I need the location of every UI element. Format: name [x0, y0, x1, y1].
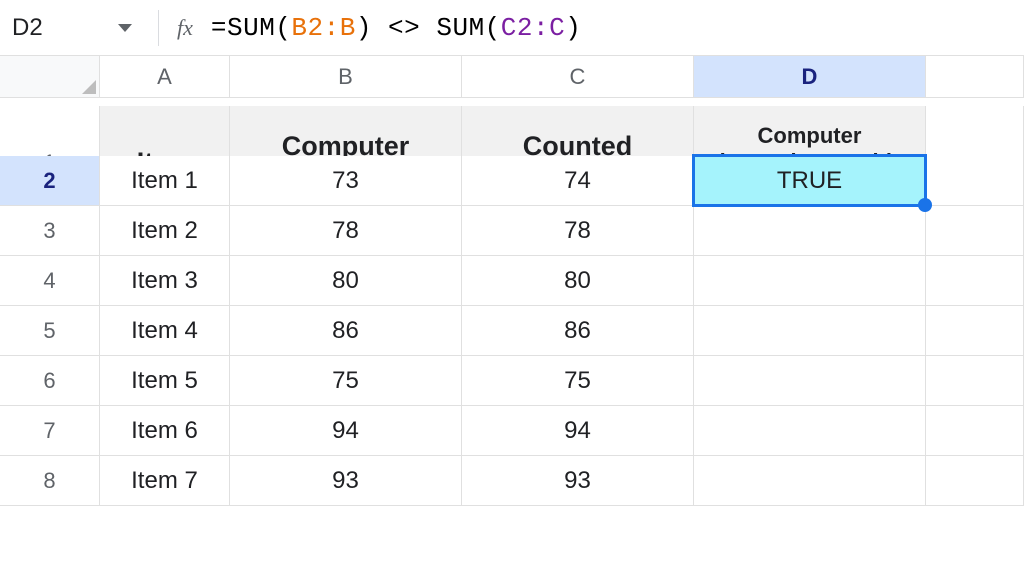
- cell-B6[interactable]: 75: [230, 356, 462, 406]
- cell-C3[interactable]: 78: [462, 206, 694, 256]
- spreadsheet-grid[interactable]: A B C D 1 Item Computer inventory Counte…: [0, 56, 1024, 506]
- cell-A6[interactable]: Item 5: [100, 356, 230, 406]
- formula-input[interactable]: =SUM(B2:B) <> SUM(C2:C): [211, 13, 581, 43]
- formula-bar: D2 fx =SUM(B2:B) <> SUM(C2:C): [0, 0, 1024, 56]
- cell-E7[interactable]: [926, 406, 1024, 456]
- fx-icon[interactable]: fx: [177, 15, 193, 41]
- cell-C6[interactable]: 75: [462, 356, 694, 406]
- chevron-down-icon[interactable]: [118, 24, 132, 32]
- name-box[interactable]: D2: [12, 14, 152, 42]
- col-head-e[interactable]: [926, 56, 1024, 98]
- cell-E5[interactable]: [926, 306, 1024, 356]
- col-head-c[interactable]: C: [462, 56, 694, 98]
- row-head-4[interactable]: 4: [0, 256, 100, 306]
- cell-A8[interactable]: Item 7: [100, 456, 230, 506]
- cell-C7[interactable]: 94: [462, 406, 694, 456]
- row-head-5[interactable]: 5: [0, 306, 100, 356]
- cell-D5[interactable]: [694, 306, 926, 356]
- cell-E6[interactable]: [926, 356, 1024, 406]
- cell-B2[interactable]: 73: [230, 156, 462, 206]
- cell-A5[interactable]: Item 4: [100, 306, 230, 356]
- cell-B3[interactable]: 78: [230, 206, 462, 256]
- cell-C5[interactable]: 86: [462, 306, 694, 356]
- cell-D7[interactable]: [694, 406, 926, 456]
- row-head-8[interactable]: 8: [0, 456, 100, 506]
- fill-handle[interactable]: [918, 198, 932, 212]
- cell-D3[interactable]: [694, 206, 926, 256]
- cell-B7[interactable]: 94: [230, 406, 462, 456]
- cell-E8[interactable]: [926, 456, 1024, 506]
- cell-D2-value: TRUE: [777, 167, 842, 195]
- row-head-3[interactable]: 3: [0, 206, 100, 256]
- row-head-2[interactable]: 2: [0, 156, 100, 206]
- cell-C4[interactable]: 80: [462, 256, 694, 306]
- cell-B8[interactable]: 93: [230, 456, 462, 506]
- cell-E2[interactable]: [926, 156, 1024, 206]
- cell-B5[interactable]: 86: [230, 306, 462, 356]
- cell-E4[interactable]: [926, 256, 1024, 306]
- cell-A2[interactable]: Item 1: [100, 156, 230, 206]
- cell-D4[interactable]: [694, 256, 926, 306]
- divider: [158, 10, 159, 46]
- cell-C2[interactable]: 74: [462, 156, 694, 206]
- cell-A3[interactable]: Item 2: [100, 206, 230, 256]
- row-head-6[interactable]: 6: [0, 356, 100, 406]
- active-cell-ref: D2: [12, 14, 43, 42]
- cell-D6[interactable]: [694, 356, 926, 406]
- row-head-7[interactable]: 7: [0, 406, 100, 456]
- col-head-a[interactable]: A: [100, 56, 230, 98]
- col-head-d[interactable]: D: [694, 56, 926, 98]
- cell-D8[interactable]: [694, 456, 926, 506]
- col-head-b[interactable]: B: [230, 56, 462, 98]
- cell-A7[interactable]: Item 6: [100, 406, 230, 456]
- cell-D2[interactable]: TRUE: [694, 156, 926, 206]
- cell-B4[interactable]: 80: [230, 256, 462, 306]
- cell-E3[interactable]: [926, 206, 1024, 256]
- cell-C8[interactable]: 93: [462, 456, 694, 506]
- cell-A4[interactable]: Item 3: [100, 256, 230, 306]
- select-all-corner[interactable]: [0, 56, 100, 98]
